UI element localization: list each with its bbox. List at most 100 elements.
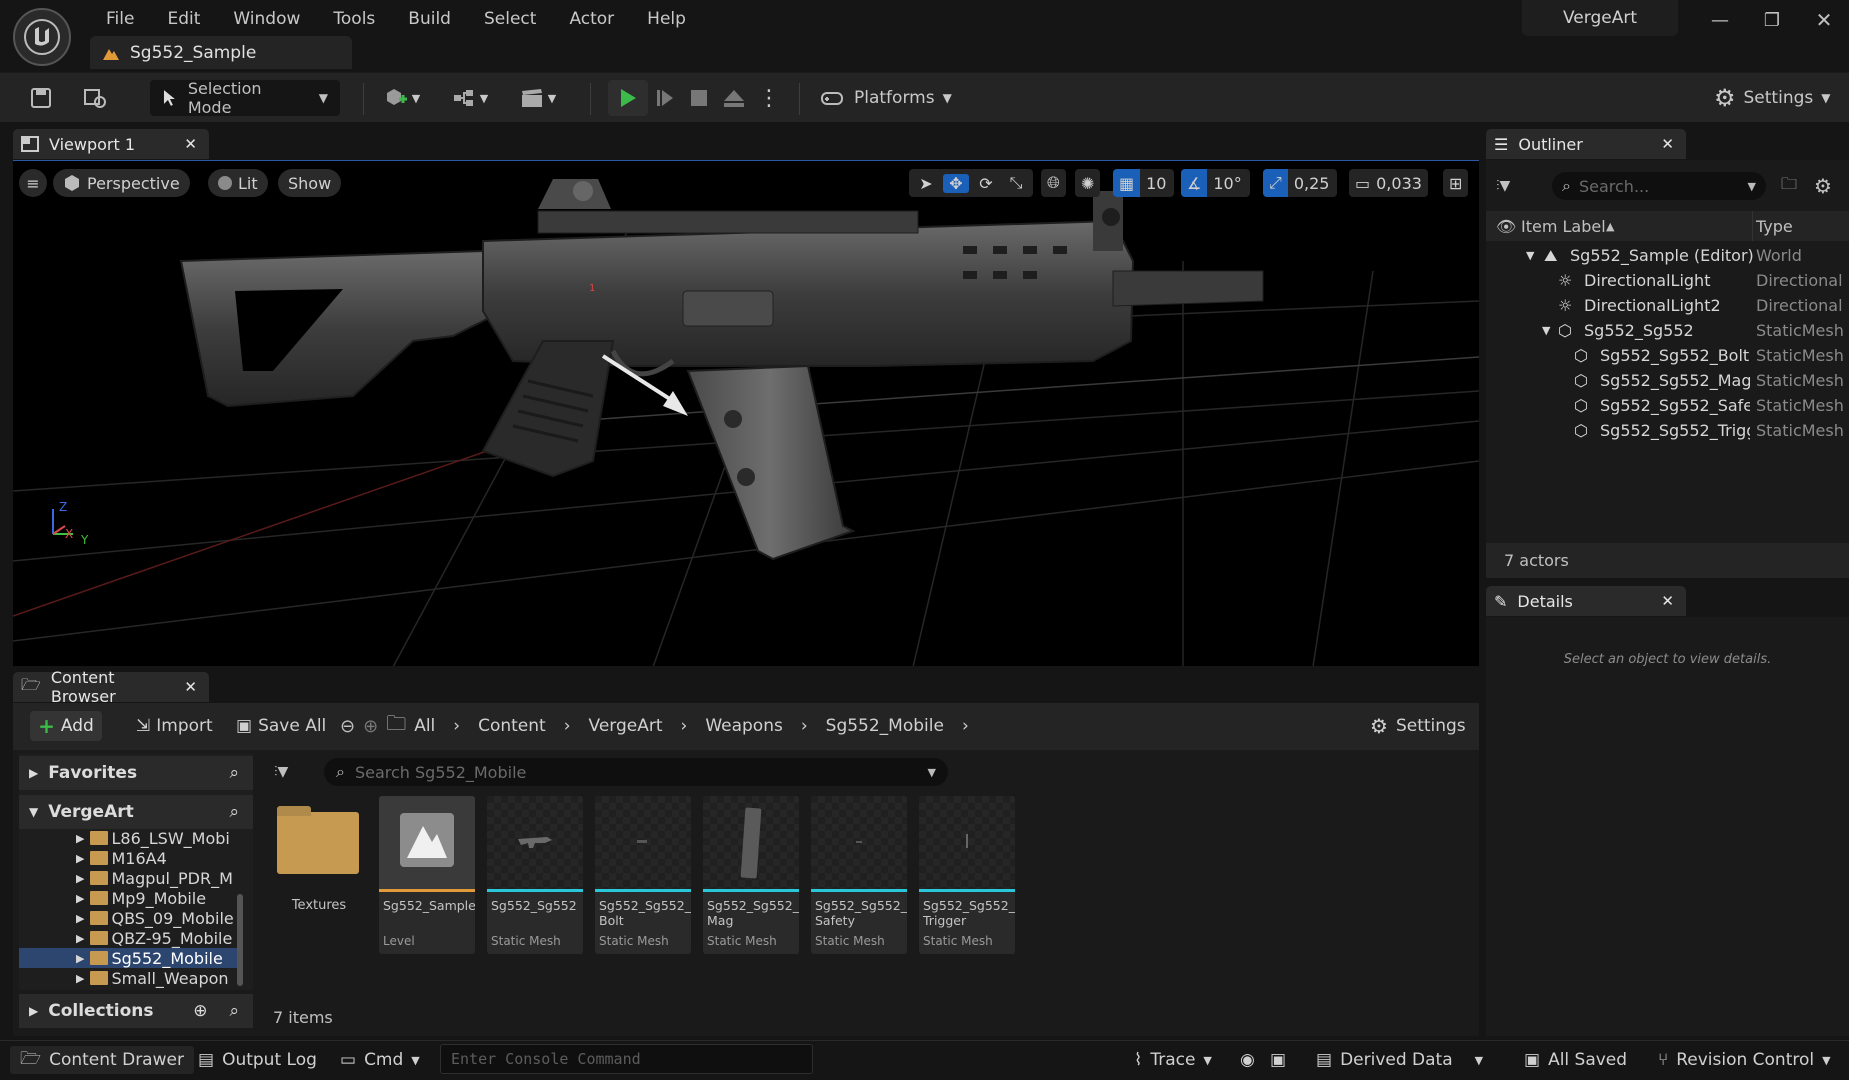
breadcrumb-weapons[interactable]: Weapons	[705, 716, 783, 736]
console-command-input[interactable]: Enter Console Command	[440, 1044, 813, 1074]
viewport-scene[interactable]: 1	[13, 161, 1479, 666]
menu-file[interactable]: File	[90, 9, 151, 29]
world-space-icon[interactable]: 🌐︎	[1041, 169, 1066, 197]
screenshot-icon[interactable]: ▣	[1270, 1046, 1286, 1074]
surface-snapping-icon[interactable]: ✺	[1075, 169, 1101, 197]
record-icon[interactable]: ◉	[1240, 1046, 1255, 1074]
content-drawer-button[interactable]: 🗁 Content Drawer	[10, 1046, 194, 1074]
asset-tile-mesh[interactable]: Sg552_Sg552_ Trigger Static Mesh	[919, 796, 1015, 954]
viewport-layout-icon[interactable]: ⊞	[1443, 169, 1469, 197]
content-browser-tab[interactable]: 🗁 Content Browser ✕	[13, 668, 209, 706]
folder-tree-item[interactable]: ▶ QBZ-95_Mobile	[19, 928, 237, 948]
add-actor-button[interactable]: ▼	[378, 80, 426, 116]
asset-tile-level[interactable]: Sg552_Sample Level	[379, 796, 475, 954]
outliner-row[interactable]: ☼ DirectionalLight Directional	[1486, 268, 1849, 293]
folder-tree-item[interactable]: ▶ Magpul_PDR_M	[19, 868, 237, 888]
unreal-logo-icon[interactable]	[13, 8, 71, 66]
eject-button[interactable]	[719, 80, 749, 116]
chevron-right-icon[interactable]: ›	[554, 716, 581, 736]
asset-tile-mesh[interactable]: Sg552_Sg552_ Mag Static Mesh	[703, 796, 799, 954]
search-icon[interactable]: ⌕	[229, 763, 239, 783]
gear-icon[interactable]: ⚙	[1814, 172, 1832, 200]
col-type[interactable]: Type	[1756, 217, 1793, 236]
scale-tool-icon[interactable]: ⤡	[1003, 173, 1029, 193]
expand-icon[interactable]: ▼	[1526, 249, 1534, 262]
add-folder-icon[interactable]: 🗀	[1781, 172, 1797, 200]
breadcrumb-all[interactable]: All	[414, 716, 435, 736]
folder-tree-item[interactable]: ▶ M16A4	[19, 848, 237, 868]
collections-section[interactable]: ▶ Collections ⊕ ⌕	[19, 994, 253, 1028]
filter-icon[interactable]: ⫶▼	[274, 758, 288, 786]
tree-scrollbar[interactable]	[237, 894, 243, 986]
chevron-right-icon[interactable]: ›	[443, 716, 470, 736]
play-options-icon[interactable]: ⋮	[758, 80, 780, 116]
all-saved-button[interactable]: ▣ All Saved	[1524, 1046, 1627, 1074]
add-button[interactable]: + Add	[30, 711, 102, 741]
col-item-label[interactable]: Item Label	[1521, 217, 1606, 236]
visibility-eye-icon[interactable]: 👁︎	[1496, 217, 1516, 236]
expand-icon[interactable]: ▶	[76, 972, 84, 985]
perspective-button[interactable]: Perspective	[53, 169, 190, 197]
show-button[interactable]: Show	[278, 169, 342, 197]
selection-mode-dropdown[interactable]: Selection Mode ▼	[150, 79, 340, 117]
asset-tile-folder[interactable]: Textures	[271, 796, 367, 954]
folder-tree-item[interactable]: ▶ L86_LSW_Mobi	[19, 828, 237, 848]
expand-icon[interactable]: ▶	[76, 892, 84, 905]
platforms-dropdown[interactable]: Platforms ▼	[820, 80, 952, 116]
outliner-search-input[interactable]: ⌕ Search... ▼	[1552, 172, 1766, 200]
blueprints-button[interactable]: ▼	[446, 80, 494, 116]
favorites-section[interactable]: ▶ Favorites ⌕	[19, 756, 253, 790]
level-viewport[interactable]: 1 Z X Y ≡ Perspective Lit Show ➤ ✥ ⟳ ⤡ 🌐…	[13, 160, 1479, 666]
derived-data-dropdown[interactable]: ▤ Derived Data ▼	[1316, 1046, 1483, 1074]
outliner-row[interactable]: ☼ DirectionalLight2 Directional	[1486, 293, 1849, 318]
breadcrumb-vergeart[interactable]: VergeArt	[589, 716, 663, 736]
folder-tree-item[interactable]: ▶ Small_Weapon	[19, 968, 237, 988]
play-button[interactable]	[608, 80, 648, 116]
viewport-tab[interactable]: Viewport 1 ✕	[13, 129, 209, 159]
move-tool-icon[interactable]: ✥	[943, 173, 969, 193]
cb-settings-button[interactable]: ⚙ Settings	[1370, 711, 1466, 741]
search-icon[interactable]: ⌕	[229, 802, 239, 822]
revision-control-dropdown[interactable]: ⑂ Revision Control ▼	[1658, 1046, 1831, 1074]
filter-icon[interactable]: ⫶▼	[1496, 172, 1510, 200]
chevron-right-icon[interactable]: ›	[952, 716, 979, 736]
close-icon[interactable]: ✕	[1661, 592, 1674, 610]
menu-build[interactable]: Build	[392, 9, 468, 29]
outliner-row[interactable]: ▼ ⬡ Sg552_Sg552 StaticMesh	[1486, 318, 1849, 343]
chevron-right-icon[interactable]: ›	[671, 716, 698, 736]
breadcrumb-sg552-mobile[interactable]: Sg552_Mobile	[826, 716, 944, 736]
content-search-input[interactable]: ⌕ Search Sg552_Mobile ▼	[324, 758, 948, 786]
expand-icon[interactable]: ▶	[76, 872, 84, 885]
advance-frame-button[interactable]	[650, 80, 680, 116]
breadcrumb-content[interactable]: Content	[478, 716, 546, 736]
close-icon[interactable]: ✕	[184, 678, 197, 696]
expand-icon[interactable]: ▶	[76, 952, 84, 965]
forward-icon[interactable]: ⊕	[363, 716, 378, 737]
outliner-row[interactable]: ⬡ Sg552_Sg552_Bolt StaticMesh	[1486, 343, 1849, 368]
expand-icon[interactable]: ▶	[76, 832, 84, 845]
close-icon[interactable]: ✕	[1661, 135, 1674, 153]
camera-speed-control[interactable]: ▭ 0,033	[1349, 169, 1428, 197]
trace-dropdown[interactable]: ⌇ Trace ▼	[1134, 1046, 1212, 1074]
menu-select[interactable]: Select	[468, 9, 553, 29]
menu-tools[interactable]: Tools	[317, 9, 392, 29]
stop-button[interactable]	[684, 80, 714, 116]
add-collection-icon[interactable]: ⊕	[193, 1001, 207, 1021]
output-log-button[interactable]: ▤ Output Log	[198, 1046, 317, 1074]
view-mode-button[interactable]: Lit	[208, 169, 268, 197]
save-icon[interactable]	[26, 80, 56, 116]
outliner-row[interactable]: ⬡ Sg552_Sg552_Trigg StaticMesh	[1486, 418, 1849, 443]
folder-tree-item[interactable]: ▶ QBS_09_Mobile	[19, 908, 237, 928]
rotate-tool-icon[interactable]: ⟳	[973, 174, 999, 193]
details-tab[interactable]: ✎ Details ✕	[1486, 586, 1686, 616]
asset-tile-mesh[interactable]: Sg552_Sg552 Static Mesh	[487, 796, 583, 954]
menu-actor[interactable]: Actor	[553, 9, 631, 29]
chevron-right-icon[interactable]: ›	[791, 716, 818, 736]
browse-content-icon[interactable]	[80, 80, 110, 116]
back-icon[interactable]: ⊖	[340, 716, 355, 737]
settings-dropdown[interactable]: ⚙ Settings ▼	[1714, 80, 1830, 116]
menu-window[interactable]: Window	[217, 9, 317, 29]
outliner-row[interactable]: ▼ ⛰ Sg552_Sample (Editor) World	[1486, 243, 1849, 268]
expand-icon[interactable]: ▶	[76, 852, 84, 865]
import-button[interactable]: ⇲ Import	[136, 711, 213, 741]
